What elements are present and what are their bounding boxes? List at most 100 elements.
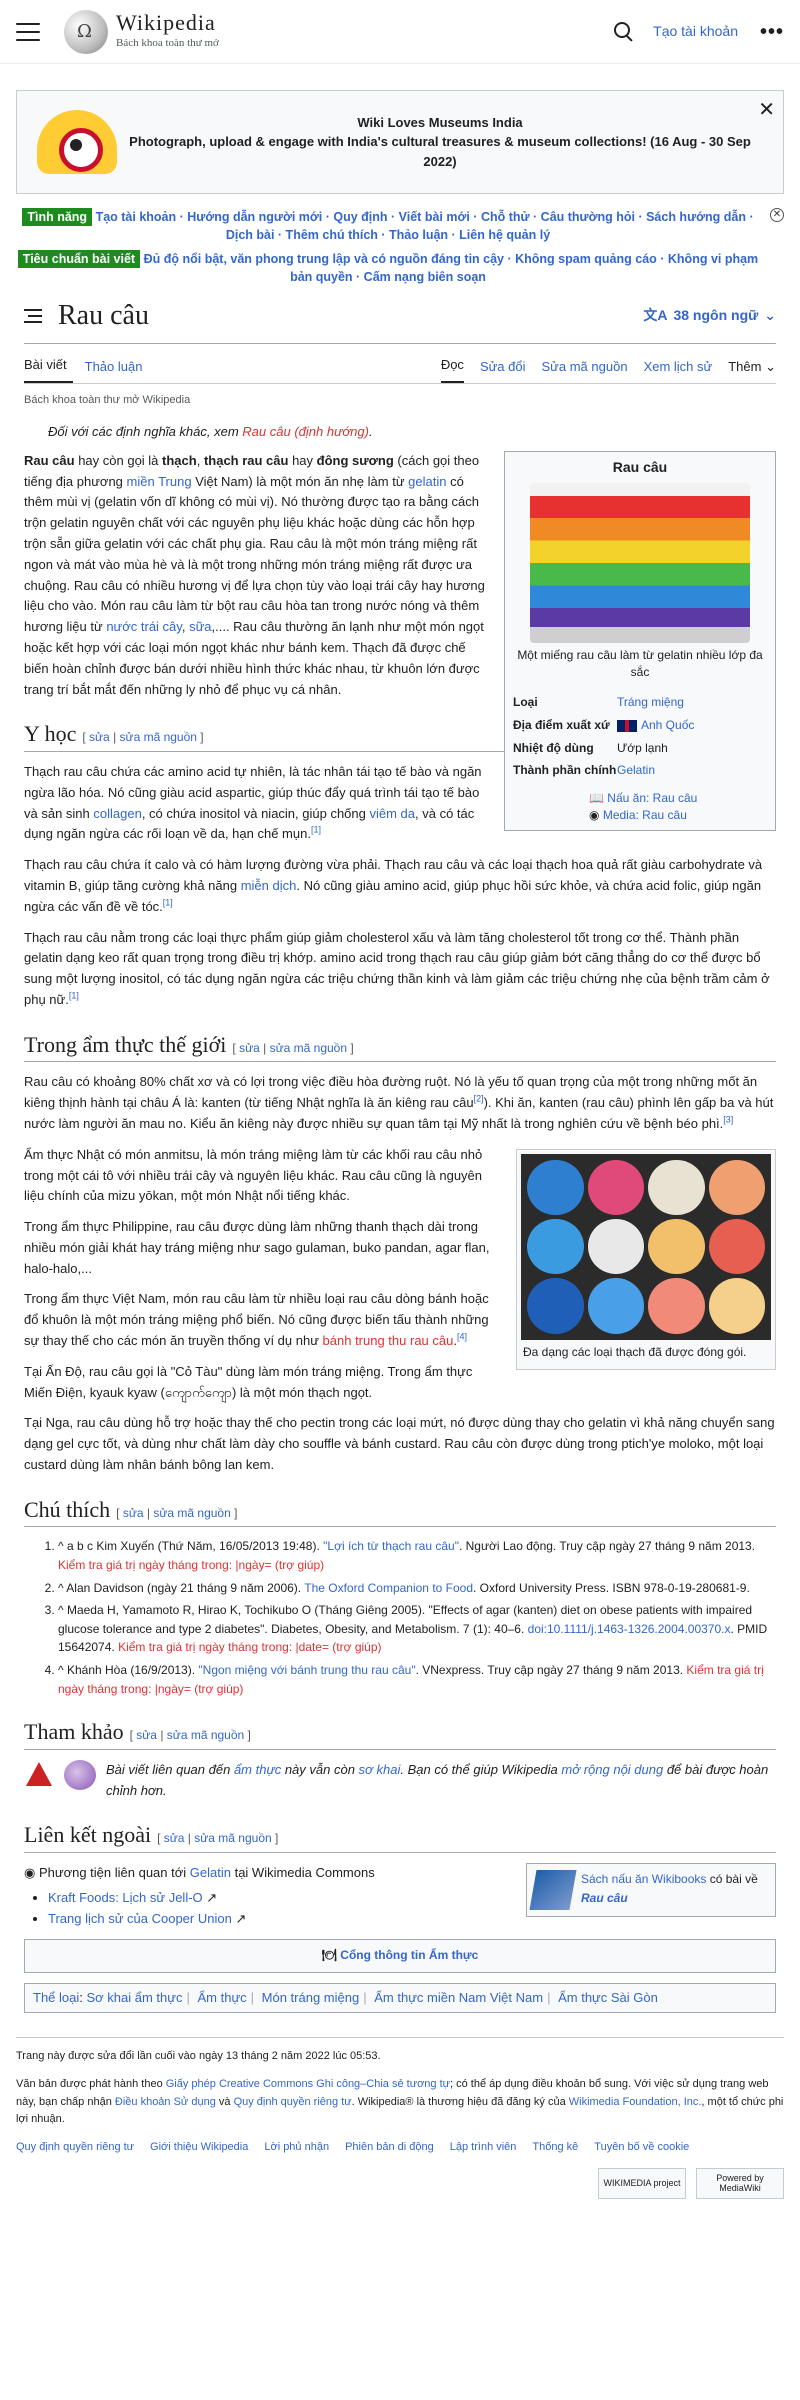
- notice-links-standards[interactable]: Đủ độ nổi bật, văn phong trung lập và có…: [144, 252, 759, 284]
- text: Bài viết liên quan đến: [106, 1761, 234, 1777]
- footer-link[interactable]: Tuyên bố về cookie: [594, 2139, 689, 2157]
- edit-source-link[interactable]: sửa mã nguồn: [194, 1831, 271, 1845]
- footer-link[interactable]: Thống kê: [532, 2139, 578, 2157]
- wikimedia-badge[interactable]: WIKIMEDIA project: [598, 2168, 686, 2200]
- inline-link[interactable]: nước trái cây: [106, 619, 182, 634]
- close-icon[interactable]: ✕: [770, 208, 784, 222]
- reference-link[interactable]: [1]: [311, 825, 321, 835]
- search-icon[interactable]: [613, 21, 635, 43]
- category-link[interactable]: Ẩm thực Sài Gòn: [558, 1990, 658, 2005]
- section-heading-references: Tham khảo [ sửa | sửa mã nguồn ]: [24, 1718, 776, 1750]
- external-link[interactable]: Trang lịch sử của Cooper Union: [48, 1911, 232, 1926]
- hatnote-end: .: [368, 424, 373, 439]
- edit-link[interactable]: sửa: [164, 1831, 185, 1845]
- section-heading-notes: Chú thích [ sửa | sửa mã nguồn ]: [24, 1496, 776, 1528]
- inline-link[interactable]: ẩm thực: [234, 1762, 281, 1777]
- reference-url[interactable]: "Ngon miệng với bánh trung thu rau câu": [198, 1663, 415, 1677]
- page-footer: Trang này được sửa đổi lần cuối vào ngày…: [16, 2037, 784, 2200]
- edit-source-link[interactable]: sửa mã nguồn: [120, 730, 197, 744]
- banner-text[interactable]: Wiki Loves Museums India Photograph, upl…: [117, 113, 763, 172]
- category-link[interactable]: Sơ khai ẩm thực: [86, 1990, 182, 2005]
- tab-talk[interactable]: Thảo luận: [85, 357, 149, 383]
- main-menu-icon[interactable]: [16, 22, 40, 41]
- privacy-link[interactable]: Quy định quyền riêng tư: [234, 2096, 352, 2108]
- edit-link[interactable]: sửa: [89, 730, 110, 744]
- heading-text: Chú thích: [24, 1496, 111, 1522]
- inline-link[interactable]: mở rộng nội dung: [561, 1762, 663, 1777]
- wikibooks-box: Sách nấu ăn Wikibooks có bài về Rau câu: [526, 1862, 776, 1917]
- footer-link[interactable]: Lập trình viên: [450, 2139, 517, 2157]
- infobox-value[interactable]: Gelatin: [617, 762, 655, 779]
- wordmark[interactable]: Wikipedia Bách khoa toàn thư mở: [116, 10, 219, 52]
- tab-edit-source[interactable]: Sửa mã nguồn: [542, 357, 628, 383]
- edit-source-link[interactable]: sửa mã nguồn: [270, 1041, 347, 1055]
- inline-link[interactable]: miễn dịch: [241, 878, 297, 893]
- footer-link[interactable]: Lời phủ nhận: [264, 2139, 329, 2157]
- bold-term: thạch rau câu: [203, 452, 289, 468]
- inline-link[interactable]: viêm da: [369, 806, 415, 821]
- reference-link[interactable]: [2]: [474, 1094, 484, 1104]
- inline-link[interactable]: gelatin: [408, 474, 446, 489]
- cookbook-link[interactable]: Nấu ăn: Rau câu: [607, 791, 697, 805]
- notice-links-features[interactable]: Tạo tài khoản · Hướng dẫn người mới · Qu…: [96, 210, 754, 242]
- wikibooks-article-link[interactable]: Rau câu: [581, 1891, 628, 1905]
- tab-article[interactable]: Bài viết: [24, 355, 73, 383]
- tab-edit[interactable]: Sửa đổi: [480, 357, 526, 383]
- mediawiki-badge[interactable]: Powered by MediaWiki: [696, 2168, 784, 2200]
- language-button[interactable]: 文A 38 ngôn ngữ ⌄: [643, 305, 776, 326]
- footer-link[interactable]: Quy định quyền riêng tư: [16, 2139, 134, 2157]
- edit-link[interactable]: sửa: [136, 1728, 157, 1742]
- edit-source-link[interactable]: sửa mã nguồn: [153, 1506, 230, 1520]
- portal-link[interactable]: Cổng thông tin Ẩm thực: [340, 1948, 478, 1962]
- reference-link[interactable]: [1]: [69, 991, 79, 1001]
- wikibooks-text: Sách nấu ăn Wikibooks có bài về Rau câu: [581, 1870, 758, 1910]
- license-link[interactable]: Giấy phép Creative Commons Ghi công–Chia…: [166, 2078, 450, 2090]
- more-options-icon[interactable]: •••: [760, 17, 784, 47]
- terms-link[interactable]: Điều khoản Sử dụng: [115, 2096, 216, 2108]
- tab-history[interactable]: Xem lịch sử: [644, 357, 713, 383]
- reference-link[interactable]: [1]: [163, 897, 173, 907]
- reference-link[interactable]: [4]: [457, 1332, 467, 1342]
- license-text: Văn bản được phát hành theo Giấy phép Cr…: [16, 2076, 784, 2129]
- infobox-value[interactable]: Anh Quốc: [641, 718, 694, 732]
- reference-url[interactable]: The Oxford Companion to Food: [304, 1581, 473, 1595]
- infobox-image[interactable]: [530, 483, 750, 644]
- more-menu[interactable]: Thêm ⌄: [728, 357, 776, 383]
- category-link[interactable]: Món tráng miệng: [262, 1990, 360, 2005]
- infobox-key: Địa điểm xuất xứ: [513, 717, 610, 732]
- last-modified: Trang này được sửa đổi lần cuối vào ngày…: [16, 2050, 381, 2063]
- category-link[interactable]: Ẩm thực: [197, 1990, 246, 2005]
- create-account-link[interactable]: Tạo tài khoản: [653, 21, 738, 42]
- edit-source-link[interactable]: sửa mã nguồn: [167, 1728, 244, 1742]
- packaged-jelly-photo[interactable]: [521, 1153, 771, 1340]
- table-of-contents-icon[interactable]: [24, 308, 42, 323]
- text: . Người Lao động. Truy cập ngày 27 tháng…: [458, 1539, 756, 1554]
- footer-link[interactable]: Phiên bản di động: [345, 2139, 434, 2157]
- reference-url[interactable]: doi:10.1111/j.1463-1326.2004.00370.x: [528, 1622, 731, 1636]
- wikibooks-link[interactable]: Sách nấu ăn Wikibooks: [581, 1872, 706, 1886]
- infobox-value[interactable]: Tráng miệng: [617, 694, 684, 711]
- hatnote-text: Đối với các định nghĩa khác, xem: [48, 424, 243, 439]
- close-icon[interactable]: ✕: [758, 95, 775, 125]
- edit-link[interactable]: sửa: [123, 1506, 144, 1520]
- commons-link[interactable]: Gelatin: [190, 1865, 231, 1880]
- reference-url[interactable]: "Lợi ích từ thạch rau câu": [323, 1539, 459, 1553]
- category-link[interactable]: Ẩm thực miền Nam Việt Nam: [374, 1990, 543, 2005]
- tab-read[interactable]: Đọc: [440, 355, 464, 383]
- inline-link[interactable]: sữa: [189, 619, 211, 634]
- categories-label-link[interactable]: Thể loại: [33, 1990, 79, 2005]
- footer-link[interactable]: Giới thiệu Wikipedia: [150, 2139, 248, 2157]
- inline-link[interactable]: sơ khai: [359, 1762, 401, 1777]
- reference-link[interactable]: [3]: [723, 1115, 733, 1125]
- red-link[interactable]: bánh trung thu rau câu: [323, 1333, 454, 1348]
- inline-link[interactable]: collagen: [93, 806, 141, 821]
- wikipedia-logo[interactable]: [64, 9, 108, 54]
- media-link[interactable]: Media: Rau câu: [603, 808, 687, 822]
- foundation-link[interactable]: Wikimedia Foundation, Inc.: [569, 2096, 702, 2108]
- external-link[interactable]: Kraft Foods: Lịch sử Jell-O: [48, 1890, 203, 1905]
- disambiguation-link[interactable]: Rau câu (định hướng): [242, 424, 369, 439]
- text: ^ a b c Kim Xuyến (Thứ Năm, 16/05/2013 1…: [58, 1539, 324, 1554]
- warning-icon: [24, 1760, 54, 1788]
- inline-link[interactable]: miền Trung: [127, 474, 192, 489]
- edit-link[interactable]: sửa: [239, 1041, 260, 1055]
